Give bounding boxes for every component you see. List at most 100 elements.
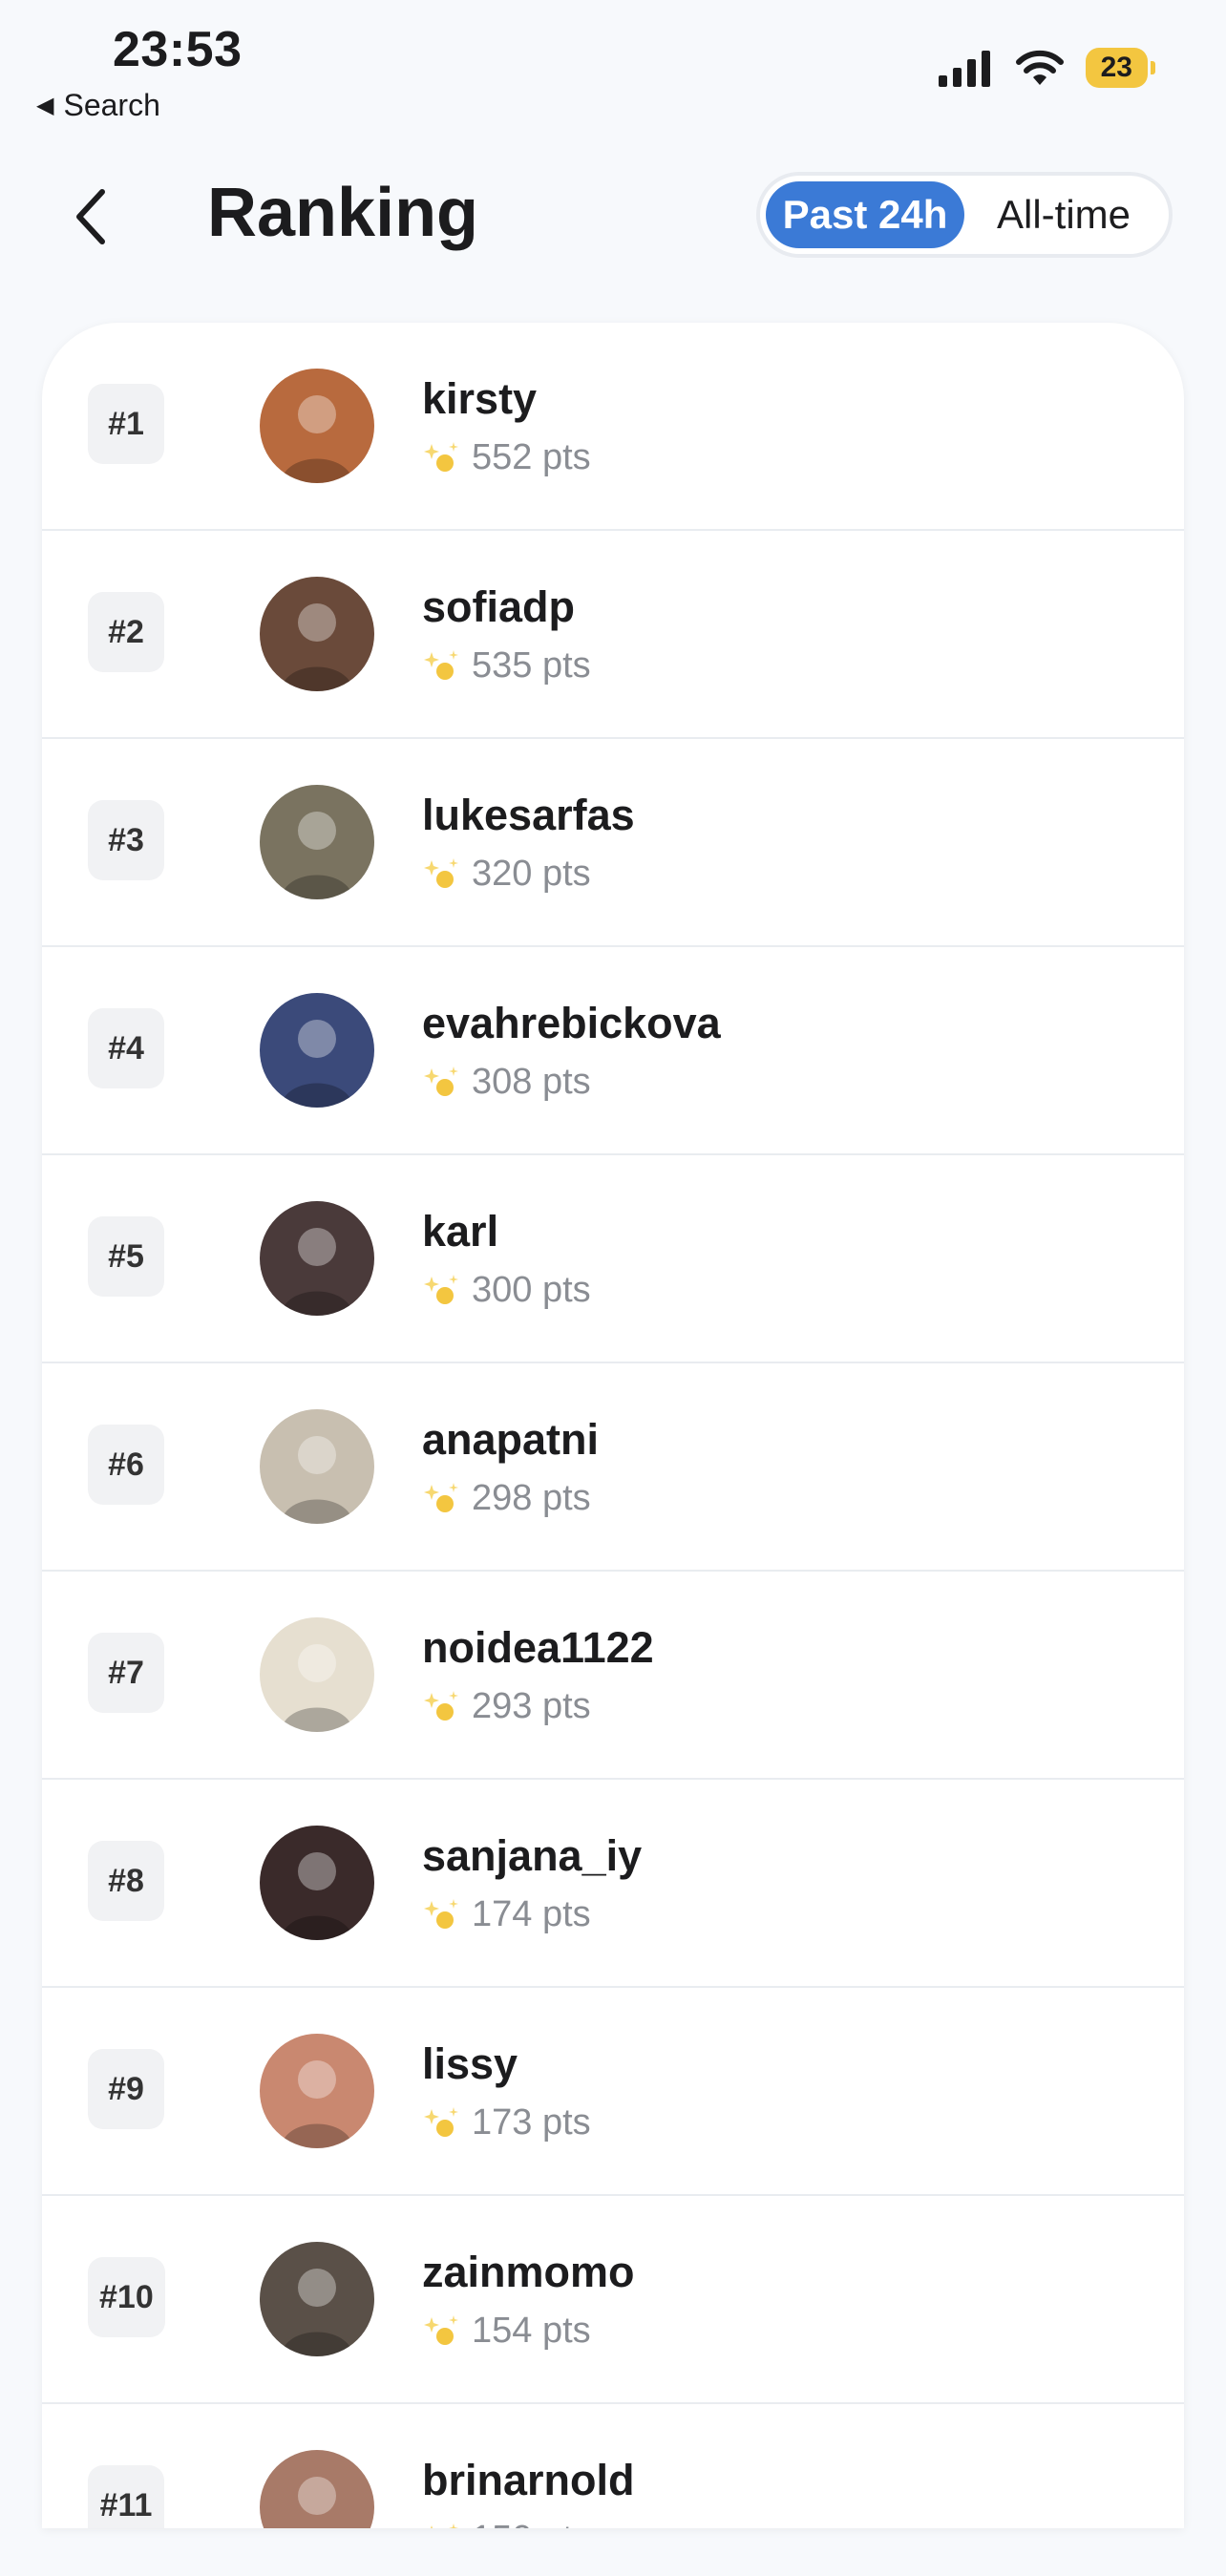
sparkle-icon	[424, 1690, 458, 1721]
username[interactable]: karl	[422, 1207, 498, 1256]
back-button[interactable]	[57, 183, 124, 250]
avatar-image	[260, 1617, 374, 1732]
avatar-image	[260, 785, 374, 899]
ranking-row[interactable]: #3 lukesarfas 320 pts	[42, 739, 1184, 947]
avatar-image	[260, 2242, 374, 2356]
rank-badge: #4	[88, 1008, 164, 1088]
rank-badge: #8	[88, 1841, 164, 1921]
avatar-image	[260, 577, 374, 691]
avatar-image	[260, 1201, 374, 1316]
rank-badge: #5	[88, 1216, 164, 1297]
ranking-row[interactable]: #7 noidea1122 293 pts	[42, 1572, 1184, 1780]
avatar-image	[260, 1826, 374, 1940]
chevron-left-icon	[76, 189, 105, 244]
avatar[interactable]	[260, 785, 374, 899]
sparkle-icon	[424, 2314, 458, 2345]
points: 300 pts	[422, 1270, 591, 1311]
username[interactable]: brinarnold	[422, 2456, 635, 2505]
page-title: Ranking	[207, 175, 479, 251]
avatar-image	[260, 2034, 374, 2148]
ranking-row[interactable]: #9 lissy 173 pts	[42, 1988, 1184, 2196]
points: 293 pts	[422, 1686, 591, 1727]
ranking-row[interactable]: #4 evahrebickova 308 pts	[42, 947, 1184, 1155]
status-indicators: 23	[937, 48, 1156, 88]
time-range-toggle: Past 24h All-time	[760, 176, 1169, 254]
points-value: 320 pts	[472, 854, 591, 894]
sparkle-icon	[424, 1066, 458, 1096]
username[interactable]: sofiadp	[422, 582, 575, 632]
avatar-image	[260, 993, 374, 1108]
ranking-row[interactable]: #6 anapatni 298 pts	[42, 1363, 1184, 1572]
tab-past-24h[interactable]: Past 24h	[766, 181, 964, 248]
battery-indicator: 23	[1085, 48, 1156, 88]
back-triangle-icon: ◀	[36, 93, 54, 118]
username[interactable]: evahrebickova	[422, 999, 721, 1048]
ranking-row[interactable]: #8 sanjana_iy 174 pts	[42, 1780, 1184, 1988]
points-value: 293 pts	[472, 1686, 591, 1726]
avatar[interactable]	[260, 577, 374, 691]
sparkle-icon	[424, 649, 458, 680]
username[interactable]: lukesarfas	[422, 791, 635, 840]
points: 298 pts	[422, 1478, 591, 1519]
avatar[interactable]	[260, 369, 374, 483]
points-value: 150 pts	[472, 2519, 591, 2528]
ranking-row[interactable]: #2 sofiadp 535 pts	[42, 531, 1184, 739]
points-value: 552 pts	[472, 437, 591, 477]
ranking-row[interactable]: #11 brinarnold 150 pts	[42, 2404, 1184, 2528]
points: 174 pts	[422, 1894, 591, 1935]
points-value: 535 pts	[472, 645, 591, 686]
points-value: 298 pts	[472, 1478, 591, 1518]
points: 154 pts	[422, 2311, 591, 2352]
username[interactable]: zainmomo	[422, 2248, 635, 2297]
ranking-row[interactable]: #5 karl 300 pts	[42, 1155, 1184, 1363]
avatar[interactable]	[260, 1409, 374, 1524]
rank-badge: #6	[88, 1425, 164, 1505]
back-to-app-label: Search	[63, 88, 160, 122]
sparkle-icon	[430, 2523, 458, 2528]
username[interactable]: sanjana_iy	[422, 1831, 642, 1881]
back-to-app-link[interactable]: ◀ Search	[36, 88, 160, 123]
wifi-icon	[1015, 50, 1064, 85]
avatar[interactable]	[260, 1617, 374, 1732]
sparkle-icon	[424, 441, 458, 472]
avatar-image	[260, 369, 374, 483]
points-value: 300 pts	[472, 1270, 591, 1310]
points-value: 174 pts	[472, 1894, 591, 1934]
sparkle-icon	[424, 857, 458, 888]
avatar-image	[260, 2450, 374, 2528]
sparkle-icon	[424, 2106, 458, 2137]
sparkle-icon	[424, 1482, 458, 1512]
avatar[interactable]	[260, 2034, 374, 2148]
ranking-row[interactable]: #1 kirsty 552 pts	[42, 323, 1184, 531]
avatar[interactable]	[260, 993, 374, 1108]
status-bar: 23:53 ◀ Search 23	[0, 0, 1226, 143]
rank-badge: #9	[88, 2049, 164, 2129]
sparkle-icon	[424, 1274, 458, 1304]
username[interactable]: kirsty	[422, 374, 537, 424]
header: Ranking Past 24h All-time	[0, 162, 1226, 277]
avatar[interactable]	[260, 1826, 374, 1940]
points: 535 pts	[422, 645, 591, 686]
avatar[interactable]	[260, 2242, 374, 2356]
avatar[interactable]	[260, 1201, 374, 1316]
points: 173 pts	[422, 2102, 591, 2143]
sparkle-icon	[424, 1898, 458, 1929]
rank-badge: #10	[88, 2257, 165, 2337]
username[interactable]: noidea1122	[422, 1623, 654, 1673]
tab-all-time[interactable]: All-time	[964, 181, 1163, 248]
cellular-signal-icon	[938, 51, 990, 87]
avatar[interactable]	[260, 2450, 374, 2528]
points-value: 154 pts	[472, 2311, 591, 2351]
username[interactable]: lissy	[422, 2039, 518, 2089]
username[interactable]: anapatni	[422, 1415, 599, 1465]
points: 320 pts	[422, 854, 591, 895]
ranking-row[interactable]: #10 zainmomo 154 pts	[42, 2196, 1184, 2404]
points: 150 pts	[422, 2519, 591, 2528]
points: 308 pts	[422, 1062, 591, 1103]
points-value: 173 pts	[472, 2102, 591, 2143]
rank-badge: #2	[88, 592, 164, 672]
avatar-image	[260, 1409, 374, 1524]
rank-badge: #3	[88, 800, 164, 880]
ranking-list: #1 kirsty 552 pts #2 sofiadp 535 pts #3 …	[42, 323, 1184, 2528]
status-time: 23:53	[113, 22, 243, 77]
